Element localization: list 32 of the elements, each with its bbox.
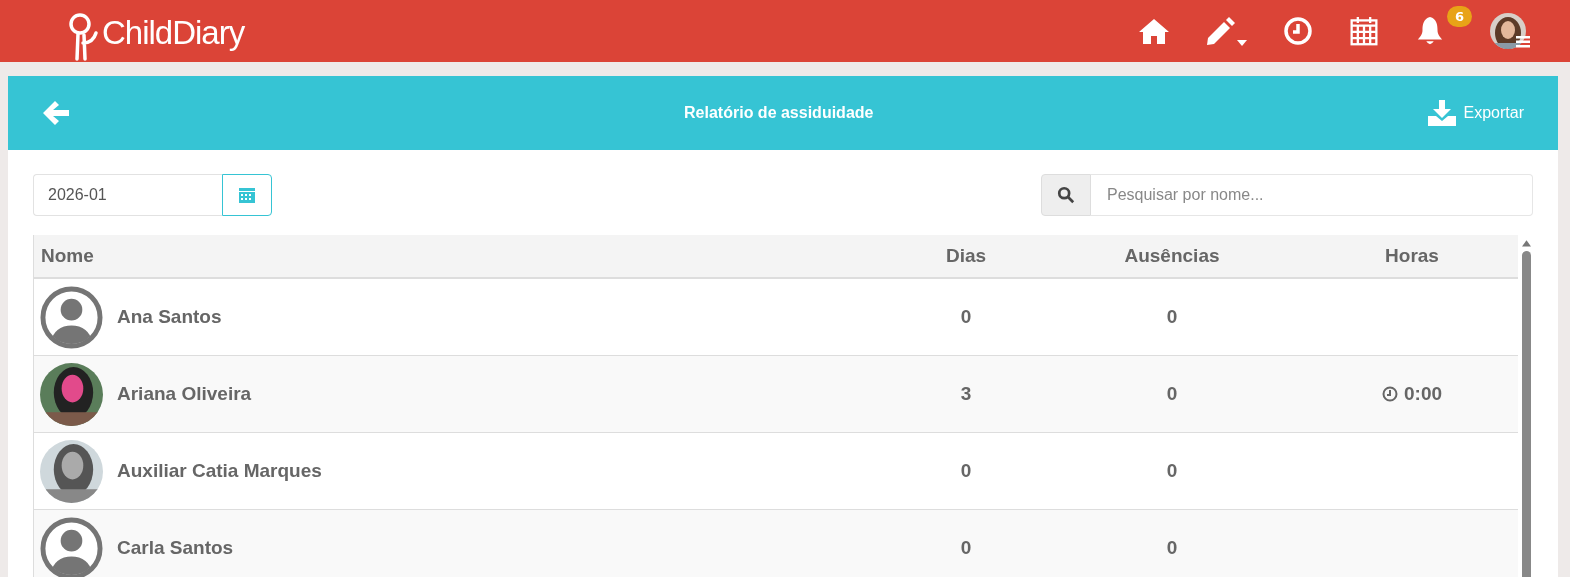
page-title: Relatório de assiduidade <box>684 104 874 122</box>
download-icon <box>1427 100 1456 126</box>
clock-icon[interactable] <box>1282 16 1314 46</box>
days-value: 3 <box>959 383 973 405</box>
scroll-up-icon[interactable] <box>1521 239 1531 247</box>
menu-icon[interactable] <box>1516 36 1530 48</box>
logo-text[interactable]: ChildDiary <box>102 14 245 62</box>
absences-value: 0 <box>1165 460 1179 482</box>
stick-figure-icon <box>66 12 100 62</box>
column-header: Ausências <box>1123 245 1221 267</box>
person-name: Ana Santos <box>117 306 222 328</box>
person-name: Ariana Oliveira <box>117 383 252 405</box>
absences-value: 0 <box>1165 306 1179 328</box>
days-value: 0 <box>959 306 973 328</box>
days-value: 0 <box>959 537 973 559</box>
clock-icon <box>1382 386 1398 402</box>
days-value: 0 <box>959 460 973 482</box>
pencil-dropdown-icon[interactable] <box>1204 16 1248 46</box>
absences-value: 0 <box>1165 537 1179 559</box>
notification-badge: 6 <box>1446 6 1472 27</box>
calendar-icon <box>238 186 256 204</box>
column-header: Nome <box>40 245 95 267</box>
calendar-icon[interactable] <box>1348 16 1380 46</box>
search-icon <box>1057 186 1075 204</box>
hours-value: 0:00 <box>1404 383 1442 405</box>
person-name: Auxiliar Catia Marques <box>117 460 322 482</box>
user-avatar-icon <box>40 285 103 349</box>
person-name: Carla Santos <box>117 537 234 559</box>
column-header: Dias <box>944 245 988 267</box>
column-header: Horas <box>1384 245 1440 267</box>
absences-value: 0 <box>1165 383 1179 405</box>
home-icon[interactable] <box>1138 16 1170 46</box>
